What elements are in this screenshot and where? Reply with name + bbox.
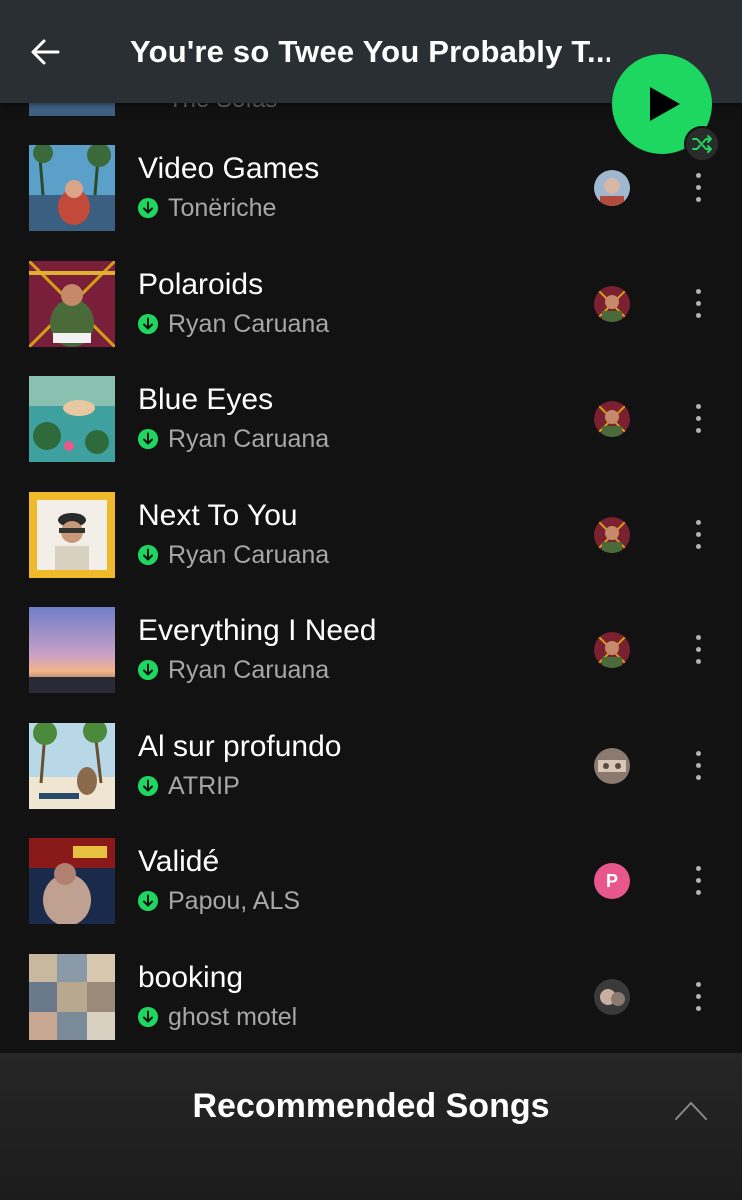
avatar[interactable]: [594, 401, 630, 437]
list-item[interactable]: Everything I Need Ryan Caruana: [0, 592, 742, 708]
avatar[interactable]: [594, 285, 630, 322]
page-title: You're so Twee You Probably T...: [130, 34, 610, 69]
list-item[interactable]: Blue Eyes Ryan Caruana: [0, 361, 742, 477]
more-vertical-icon[interactable]: [688, 517, 708, 553]
avatar[interactable]: [594, 747, 630, 784]
chevron-up-icon[interactable]: [674, 1093, 708, 1127]
downloaded-icon: [138, 1006, 158, 1027]
list-item[interactable]: Next To You Ryan Caruana: [0, 477, 742, 593]
track-title: Validé: [138, 845, 220, 878]
more-vertical-icon[interactable]: [688, 748, 708, 784]
track-artist: Ryan Caruana: [168, 425, 330, 453]
track-artist: Papou, ALS: [168, 887, 301, 915]
track-artist: Ryan Caruana: [168, 540, 330, 569]
more-vertical-icon[interactable]: [688, 632, 708, 668]
play-icon: [650, 87, 680, 121]
recommended-songs-panel[interactable]: Recommended Songs: [0, 1053, 742, 1200]
album-art: [29, 145, 115, 231]
more-vertical-icon[interactable]: [688, 286, 708, 322]
track-list: Video Games Tonëriche Polaroids Ryan Car…: [0, 130, 742, 1054]
downloaded-icon: [138, 429, 158, 449]
downloaded-icon: [138, 198, 158, 218]
track-title: Video Games: [138, 152, 320, 185]
track-artist: Tonëriche: [168, 194, 277, 222]
album-art: [29, 953, 115, 1040]
list-item[interactable]: Validé Papou, ALS P: [0, 823, 742, 939]
downloaded-icon: [138, 660, 158, 680]
more-vertical-icon[interactable]: [688, 979, 708, 1015]
list-item[interactable]: Video Games Tonëriche: [0, 130, 742, 246]
downloaded-icon: [138, 544, 158, 565]
track-artist: Ryan Caruana: [168, 309, 330, 338]
album-art: [29, 376, 115, 462]
album-art: [29, 260, 115, 347]
more-vertical-icon[interactable]: [688, 863, 708, 899]
track-artist: Ryan Caruana: [168, 656, 330, 684]
shuffle-button[interactable]: [684, 126, 720, 162]
album-art: [29, 607, 115, 693]
track-title: Blue Eyes: [138, 383, 274, 416]
playlist-screen: The Sofas You're so Twee You Probably T.…: [0, 0, 742, 1200]
track-title: Next To You: [138, 498, 298, 532]
album-art: [29, 722, 115, 809]
list-item[interactable]: booking ghost motel: [0, 939, 742, 1055]
avatar[interactable]: P: [594, 863, 630, 899]
album-art: [29, 838, 115, 924]
track-title: Polaroids: [138, 267, 264, 301]
downloaded-icon: [138, 775, 158, 796]
list-item[interactable]: Polaroids Ryan Caruana: [0, 246, 742, 362]
avatar[interactable]: [594, 170, 630, 206]
recommended-title: Recommended Songs: [192, 1087, 550, 1125]
avatar[interactable]: [594, 516, 630, 553]
album-art: [29, 491, 115, 578]
track-title: booking: [138, 960, 244, 994]
track-artist: ghost motel: [168, 1002, 298, 1031]
track-artist: ATRIP: [168, 771, 240, 800]
downloaded-icon: [138, 313, 158, 334]
track-title: Everything I Need: [138, 614, 377, 647]
avatar[interactable]: [594, 632, 630, 668]
list-item[interactable]: Al sur profundo ATRIP: [0, 708, 742, 824]
arrow-left-icon[interactable]: [28, 32, 68, 72]
more-vertical-icon[interactable]: [688, 170, 708, 206]
shuffle-icon: [692, 135, 712, 153]
downloaded-icon: [138, 891, 158, 911]
avatar[interactable]: [594, 978, 630, 1015]
more-vertical-icon[interactable]: [688, 401, 708, 437]
track-title: Al sur profundo: [138, 729, 342, 763]
